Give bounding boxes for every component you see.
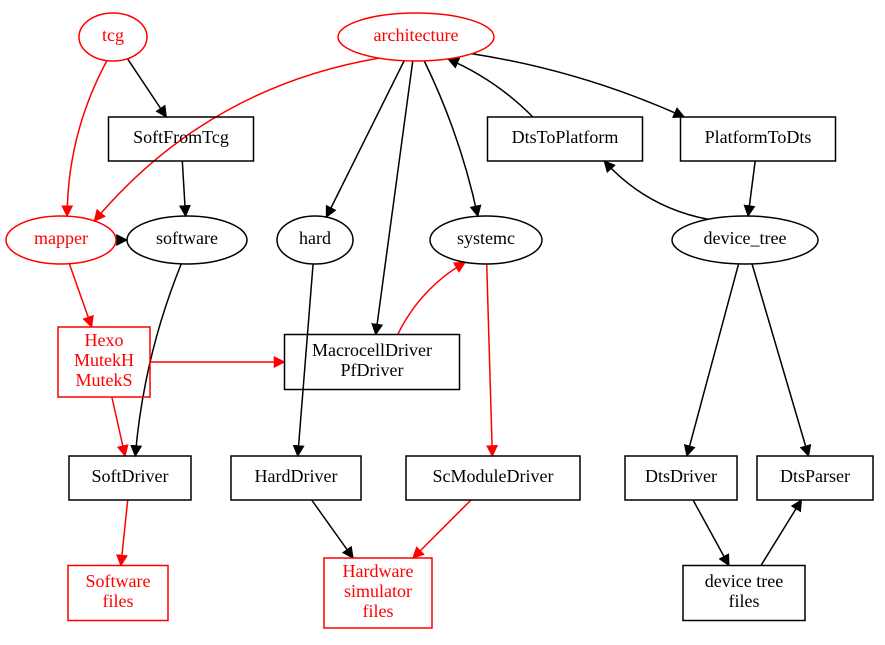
- node-MacroPf: MacrocellDriverPfDriver: [285, 335, 460, 390]
- node-label-SoftDriver-line0: SoftDriver: [92, 466, 169, 486]
- edge-device_tree-to-DtsDriver: [687, 264, 739, 456]
- node-label-HwSimFiles-line0: Hardware: [343, 561, 414, 581]
- node-mapper: mapper: [6, 216, 116, 264]
- node-label-ScModuleDriver-line0: ScModuleDriver: [433, 466, 554, 486]
- edge-DtsDriver-to-DeviceTreeFiles: [693, 500, 729, 566]
- node-label-MacroPf-line1: PfDriver: [341, 360, 404, 380]
- edge-tcg-to-mapper: [67, 61, 107, 217]
- node-PlatformToDts: PlatformToDts: [681, 117, 836, 161]
- edge-MacroPf-to-systemc: [398, 262, 465, 334]
- edge-device_tree-to-DtsParser: [752, 264, 809, 456]
- edge-HexoMutek-to-SoftDriver: [112, 397, 125, 456]
- node-label-HexoMutek-line1: MutekH: [74, 350, 134, 370]
- node-SoftDriver: SoftDriver: [69, 456, 191, 500]
- node-label-MacroPf-line0: MacrocellDriver: [312, 340, 432, 360]
- diagram-canvas: tcg architecture SoftFromTcg DtsToPlatform P…: [0, 0, 885, 645]
- edge-systemc-to-ScModuleDriver: [487, 264, 493, 456]
- edge-tcg-to-SoftFromTcg: [127, 59, 166, 117]
- node-systemc: systemc: [430, 216, 542, 264]
- node-label-DeviceTreeFiles-line1: files: [729, 591, 760, 611]
- node-tcg: tcg: [79, 13, 147, 61]
- node-label-DeviceTreeFiles-line0: device tree: [705, 571, 783, 591]
- node-HardDriver: HardDriver: [231, 456, 361, 500]
- node-DtsDriver: DtsDriver: [625, 456, 737, 500]
- edge-device_tree-to-DtsToPlatform: [604, 161, 708, 219]
- node-hard: hard: [277, 216, 353, 264]
- edge-mapper-to-HexoMutek: [69, 264, 91, 327]
- node-DtsParser: DtsParser: [757, 456, 873, 500]
- edge-PlatformToDts-to-device_tree: [748, 161, 755, 216]
- node-DtsToPlatform: DtsToPlatform: [488, 117, 643, 161]
- node-device_tree: device_tree: [672, 216, 818, 264]
- node-label-DtsParser-line0: DtsParser: [780, 466, 850, 486]
- node-label-software-line0: software: [156, 228, 218, 248]
- node-label-PlatformToDts-line0: PlatformToDts: [705, 127, 812, 147]
- node-label-HexoMutek-line2: MutekS: [75, 370, 132, 390]
- node-label-HwSimFiles-line1: simulator: [344, 581, 412, 601]
- node-DeviceTreeFiles: device treefiles: [683, 566, 805, 621]
- node-HwSimFiles: Hardwaresimulatorfiles: [324, 558, 432, 628]
- edge-SoftFromTcg-to-software: [182, 161, 185, 216]
- edge-ScModuleDriver-to-HwSimFiles: [413, 500, 471, 558]
- node-label-HexoMutek-line0: Hexo: [85, 330, 124, 350]
- edge-DtsToPlatform-to-architecture: [448, 59, 533, 117]
- edge-architecture-to-systemc: [424, 61, 478, 216]
- node-label-architecture-line0: architecture: [374, 25, 459, 45]
- edge-SoftDriver-to-SoftwareFiles: [121, 500, 128, 566]
- node-label-device_tree-line0: device_tree: [704, 228, 787, 248]
- node-ScModuleDriver: ScModuleDriver: [406, 456, 580, 500]
- edge-architecture-to-hard: [326, 61, 404, 217]
- node-label-tcg-line0: tcg: [102, 25, 124, 45]
- node-label-SoftFromTcg-line0: SoftFromTcg: [133, 127, 229, 147]
- edge-architecture-to-MacroPf: [376, 61, 413, 335]
- edge-HardDriver-to-HwSimFiles: [312, 500, 353, 558]
- node-label-hard-line0: hard: [299, 228, 331, 248]
- edge-DeviceTreeFiles-to-DtsParser: [761, 500, 801, 566]
- node-architecture: architecture: [338, 13, 494, 61]
- node-label-systemc-line0: systemc: [457, 228, 515, 248]
- node-label-SoftwareFiles-line0: Software: [86, 571, 151, 591]
- node-label-DtsDriver-line0: DtsDriver: [645, 466, 717, 486]
- node-HexoMutek: HexoMutekHMutekS: [58, 327, 150, 397]
- node-SoftwareFiles: Softwarefiles: [68, 566, 168, 621]
- edge-software-to-SoftDriver: [135, 264, 181, 456]
- node-label-HardDriver-line0: HardDriver: [255, 466, 338, 486]
- node-label-HwSimFiles-line2: files: [363, 601, 394, 621]
- node-software: software: [127, 216, 247, 264]
- node-SoftFromTcg: SoftFromTcg: [109, 117, 254, 161]
- node-label-DtsToPlatform-line0: DtsToPlatform: [512, 127, 619, 147]
- node-label-mapper-line0: mapper: [34, 228, 88, 248]
- edge-hard-to-HardDriver: [298, 264, 313, 456]
- edge-architecture-to-PlatformToDts: [472, 54, 684, 117]
- node-label-SoftwareFiles-line1: files: [103, 591, 134, 611]
